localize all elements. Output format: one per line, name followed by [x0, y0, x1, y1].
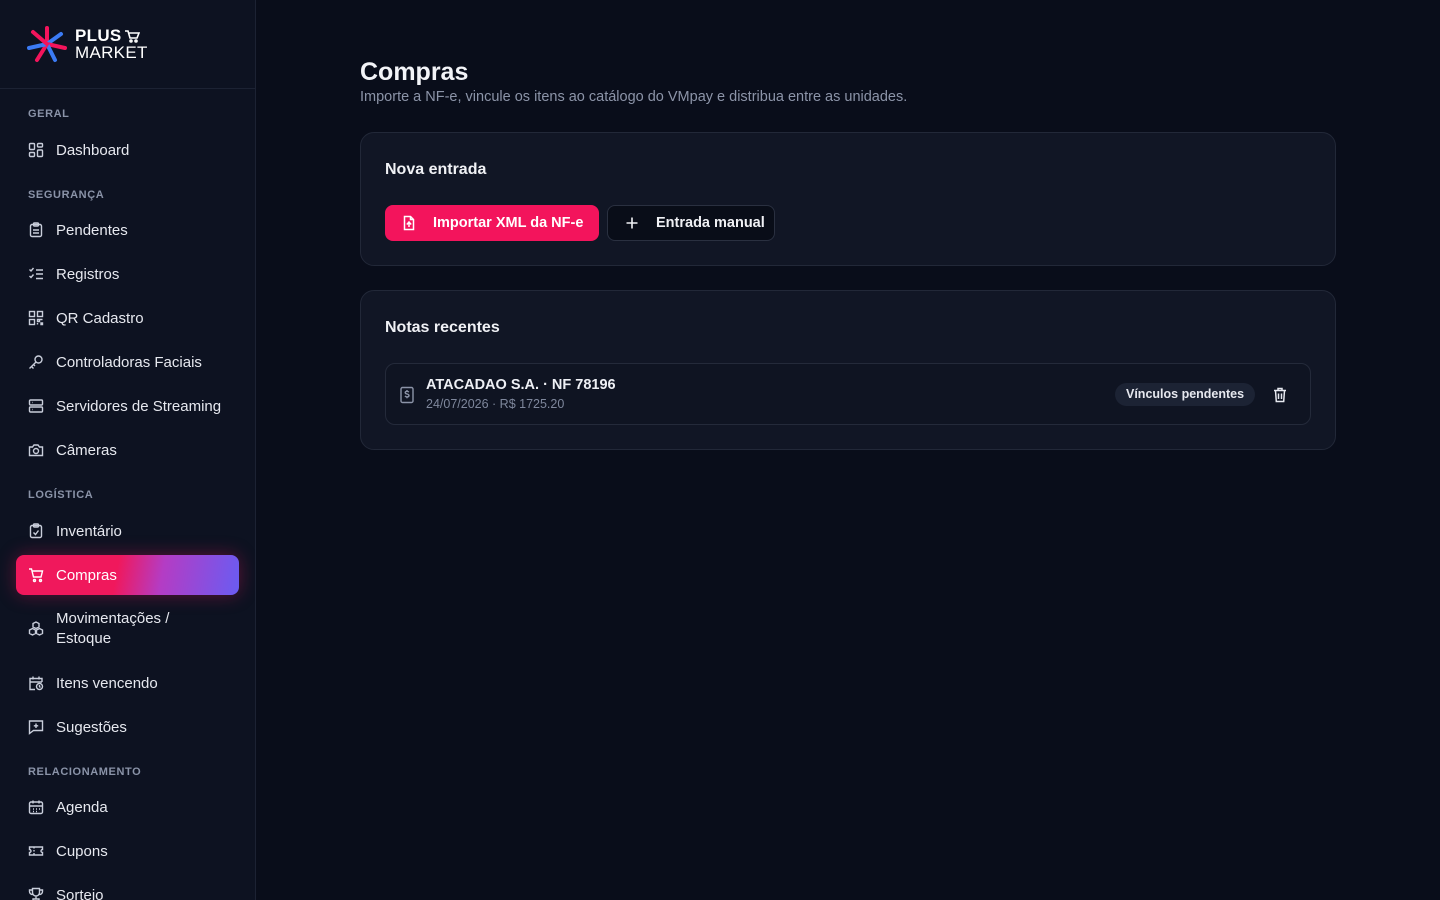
sidebar-item-label: Movimentações / — [56, 610, 170, 627]
cart-icon — [29, 568, 44, 583]
sidebar-item-label: Estoque — [56, 630, 112, 647]
section-label-relacionamento: RELACIONAMENTO — [28, 766, 142, 778]
calendar-icon — [28, 800, 44, 815]
file-import-icon — [403, 215, 415, 231]
new-entry-card: Nova entrada Importar XML da NF-e Entrad… — [360, 132, 1336, 266]
key-icon — [29, 355, 43, 369]
trophy-icon — [28, 887, 44, 900]
sidebar-item-pendentes[interactable]: Pendentes — [16, 210, 239, 250]
sidebar-item-label: Controladoras Faciais — [56, 353, 202, 371]
note-title: ATACADAO S.A. · NF 78196 — [426, 377, 616, 393]
sidebar-item-label: Compras — [56, 566, 117, 584]
sidebar-item-dashboard[interactable]: Dashboard — [16, 130, 239, 170]
brand-line2: MARKET — [75, 43, 148, 62]
sidebar-item-controladoras-faciais[interactable]: Controladoras Faciais — [16, 342, 239, 382]
sidebar-item-itens-vencendo[interactable]: Itens vencendo — [16, 663, 239, 703]
import-xml-label: Importar XML da NF-e — [433, 215, 584, 231]
server-icon — [28, 399, 44, 413]
sidebar-item-cupons[interactable]: Cupons — [16, 831, 239, 871]
brand-line1: PLUS — [75, 26, 122, 45]
sidebar-item-label: Dashboard — [56, 141, 130, 159]
cart-icon — [124, 29, 140, 43]
sidebar-item-movimentacoes-estoque[interactable]: Movimentações / Estoque — [16, 599, 239, 659]
sidebar-item-label: Registros — [56, 265, 120, 283]
sidebar-item-agenda[interactable]: Agenda — [16, 787, 239, 827]
message-plus-icon — [28, 720, 44, 735]
note-meta: 24/07/2026 · R$ 1725.20 — [426, 397, 565, 411]
page-title: Compras — [360, 58, 469, 86]
sidebar-item-label: Itens vencendo — [56, 674, 158, 692]
section-label-geral: GERAL — [28, 108, 70, 120]
sidebar-item-label: Sugestões — [56, 718, 127, 736]
plus-icon — [626, 217, 638, 229]
note-row[interactable]: ATACADAO S.A. · NF 78196 24/07/2026 · R$… — [385, 363, 1311, 425]
list-check-icon — [29, 267, 43, 280]
camera-icon — [28, 444, 44, 457]
sidebar-item-sugestoes[interactable]: Sugestões — [16, 707, 239, 747]
sidebar-item-label: Câmeras — [56, 441, 117, 459]
sidebar-item-label: Inventário — [56, 522, 122, 540]
sidebar-item-qr-cadastro[interactable]: QR Cadastro — [16, 298, 239, 338]
new-entry-title: Nova entrada — [385, 161, 487, 178]
status-badge: Vínculos pendentes — [1115, 383, 1256, 406]
ticket-icon — [28, 846, 44, 856]
sidebar-item-compras[interactable]: Compras — [16, 555, 239, 595]
sidebar-item-servidores-streaming[interactable]: Servidores de Streaming — [16, 386, 239, 426]
calendar-clock-icon — [29, 676, 44, 691]
trash-icon[interactable] — [1271, 386, 1289, 404]
sidebar-item-label: Sorteio — [56, 886, 104, 900]
sidebar-item-inventario[interactable]: Inventário — [16, 511, 239, 551]
sidebar-item-sorteio[interactable]: Sorteio — [16, 875, 239, 900]
sidebar-item-registros[interactable]: Registros — [16, 254, 239, 294]
dashboard-icon — [28, 142, 44, 158]
manual-entry-label: Entrada manual — [656, 215, 765, 231]
sidebar-item-label: Cupons — [56, 842, 108, 860]
brand-logo[interactable]: PLUS MARKET — [0, 0, 255, 89]
clipboard-icon — [29, 222, 43, 238]
sidebar-item-label: Pendentes — [56, 221, 128, 239]
recent-notes-card: Notas recentes ATACADAO S.A. · NF 78196 … — [360, 290, 1336, 450]
import-xml-button[interactable]: Importar XML da NF-e — [385, 205, 599, 241]
section-label-logistica: LOGÍSTICA — [28, 489, 94, 501]
sidebar-item-label: QR Cadastro — [56, 309, 144, 327]
manual-entry-button[interactable]: Entrada manual — [607, 205, 775, 241]
sidebar-item-label: Agenda — [56, 798, 108, 816]
boxes-icon — [28, 621, 44, 636]
sidebar-item-label: Servidores de Streaming — [56, 397, 222, 415]
logo-star-icon — [27, 26, 67, 62]
qr-code-icon — [28, 310, 44, 326]
section-label-seguranca: SEGURANÇA — [28, 189, 105, 201]
page-subtitle: Importe a NF-e, vincule os itens ao catá… — [360, 89, 908, 105]
sidebar: PLUS MARKET GERAL SEGURANÇA LOGÍSTICA RE… — [0, 0, 256, 900]
recent-notes-title: Notas recentes — [385, 319, 500, 336]
invoice-icon — [400, 386, 414, 404]
clipboard-check-icon — [29, 523, 43, 539]
sidebar-item-cameras[interactable]: Câmeras — [16, 430, 239, 470]
